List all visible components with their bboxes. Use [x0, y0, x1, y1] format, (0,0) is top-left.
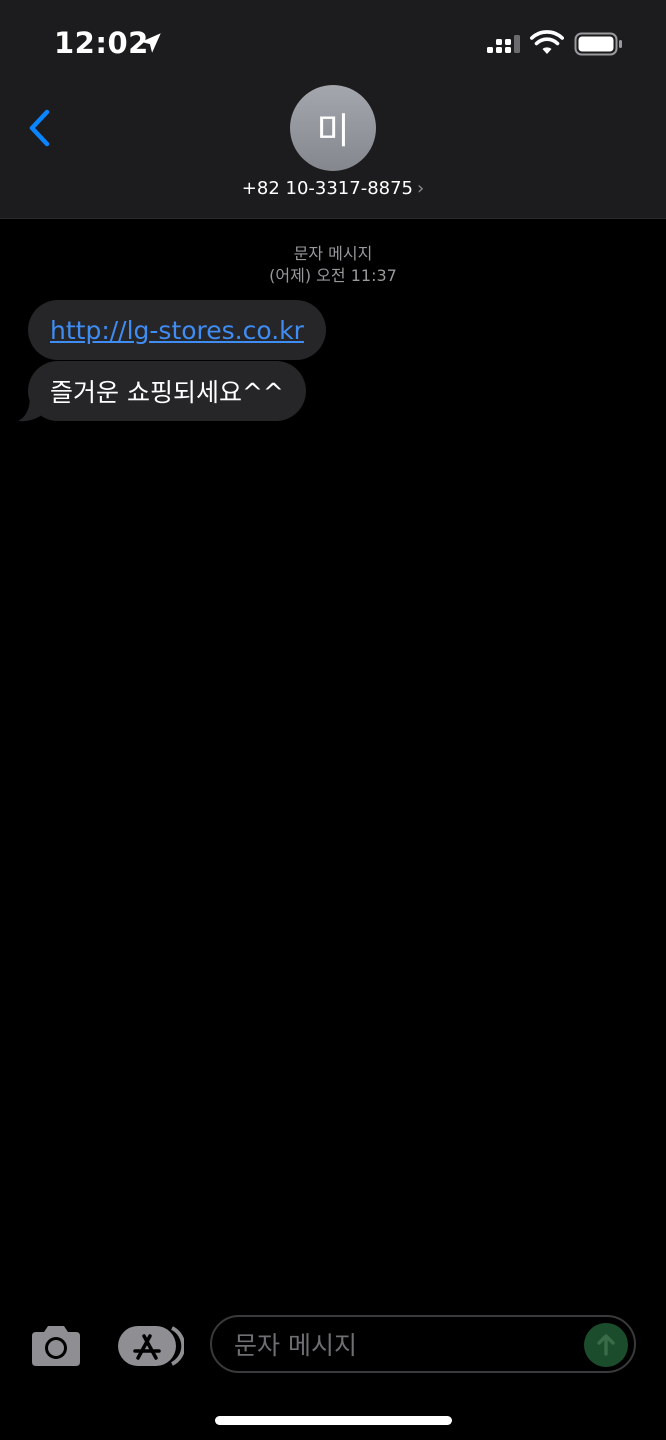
message-input-container[interactable] — [210, 1315, 636, 1373]
message-timestamp: (어제) 오전 11:37 — [269, 266, 397, 285]
arrow-up-icon — [597, 1334, 615, 1356]
avatar-initial: 미 — [316, 111, 350, 152]
message-input[interactable] — [232, 1317, 576, 1373]
chevron-right-icon: › — [417, 178, 425, 199]
camera-icon[interactable] — [28, 1324, 84, 1368]
bubble-tail — [18, 395, 44, 422]
conversation-header: 12:02 미 +82 10-3317-8875 › — [0, 0, 666, 219]
messages-screen: 12:02 미 +82 10-3317-8875 › 문자 메시지 (어제) 오… — [0, 0, 666, 1440]
message-service-label: 문자 메시지 — [293, 244, 373, 263]
cellular-signal-icon — [487, 35, 520, 53]
incoming-message-bubble[interactable]: 즐거운 쇼핑되세요^^ — [28, 361, 306, 421]
app-store-icon[interactable] — [116, 1324, 184, 1368]
incoming-message-bubble[interactable]: http://lg-stores.co.kr — [28, 300, 326, 360]
contact-avatar[interactable]: 미 — [290, 85, 376, 171]
send-button[interactable] — [584, 1323, 628, 1367]
location-arrow-icon — [141, 33, 161, 53]
wifi-icon — [530, 30, 564, 54]
home-indicator[interactable] — [215, 1416, 452, 1425]
contact-number: +82 10-3317-8875 — [241, 178, 414, 199]
chevron-left-icon[interactable] — [22, 104, 58, 152]
status-bar: 12:02 — [0, 0, 666, 90]
contact-details-button[interactable]: +82 10-3317-8875 › — [0, 178, 666, 199]
status-time: 12:02 — [54, 26, 149, 60]
message-link[interactable]: http://lg-stores.co.kr — [50, 316, 304, 345]
battery-icon — [574, 32, 622, 56]
message-text: 즐거운 쇼핑되세요^^ — [50, 378, 284, 407]
